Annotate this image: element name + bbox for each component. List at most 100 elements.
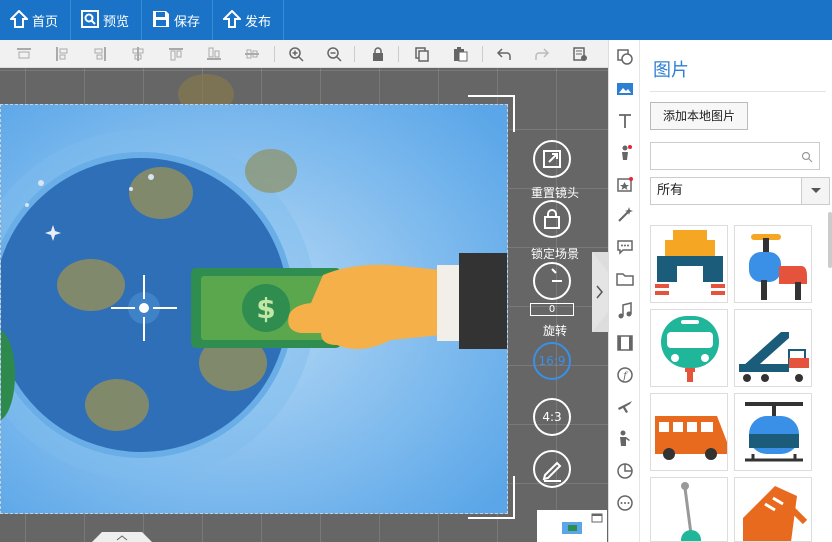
preview-thumb-icon bbox=[562, 513, 603, 534]
asset-category-strip: f bbox=[608, 40, 640, 542]
add-local-image-button[interactable]: 添加本地图片 bbox=[650, 102, 748, 130]
zoom-in-icon[interactable] bbox=[288, 46, 304, 62]
person-pointing-icon[interactable] bbox=[616, 430, 634, 448]
image-thumb-train-front[interactable] bbox=[650, 225, 728, 303]
pencil-icon bbox=[542, 461, 562, 482]
dial-icon bbox=[551, 268, 562, 282]
text-icon[interactable] bbox=[616, 112, 634, 130]
scooter-icon bbox=[749, 234, 807, 300]
category-select-value: 所有 bbox=[657, 183, 684, 198]
redo-icon[interactable] bbox=[534, 46, 550, 62]
align-bottom-icon[interactable] bbox=[206, 46, 222, 62]
toolbar-divider bbox=[274, 46, 275, 62]
toolbar-divider bbox=[398, 46, 399, 62]
paste-icon[interactable] bbox=[452, 46, 468, 62]
image-thumb-train[interactable] bbox=[650, 309, 728, 387]
publish-label: 发布 bbox=[245, 14, 272, 30]
settings-doc-icon[interactable] bbox=[572, 46, 588, 62]
distribute-icon[interactable] bbox=[244, 46, 260, 62]
edit-toolbar bbox=[0, 40, 608, 68]
toolbar-divider bbox=[354, 46, 355, 62]
chevron-right-icon bbox=[592, 252, 608, 332]
scene-frame[interactable]: $ bbox=[0, 104, 508, 514]
align-vertical-top-icon[interactable] bbox=[168, 46, 184, 62]
align-top-icon[interactable] bbox=[16, 46, 32, 62]
align-right-icon[interactable] bbox=[92, 46, 108, 62]
frame-corner-bottom-right bbox=[468, 476, 515, 519]
airplane-icon[interactable] bbox=[616, 398, 634, 416]
function-icon[interactable]: f bbox=[616, 366, 634, 384]
lollipop-icon bbox=[681, 482, 701, 541]
image-thumb-bus[interactable] bbox=[650, 393, 728, 471]
zoom-out-icon[interactable] bbox=[326, 46, 342, 62]
image-thumb-truck[interactable] bbox=[734, 477, 812, 542]
scene-illustration: $ bbox=[1, 105, 507, 513]
rotate-value-input[interactable]: 0 bbox=[530, 303, 574, 316]
helicopter-icon bbox=[745, 402, 803, 462]
padlock-icon bbox=[544, 209, 560, 229]
image-search-input[interactable] bbox=[650, 142, 820, 170]
more-icon[interactable] bbox=[616, 494, 634, 512]
panel-collapse-toggle[interactable] bbox=[592, 252, 608, 332]
airport-stairs-icon bbox=[739, 332, 809, 382]
rotate-dial[interactable] bbox=[533, 262, 571, 300]
panel-divider bbox=[650, 91, 826, 92]
image-thumb-helicopter[interactable] bbox=[734, 393, 812, 471]
train-icon bbox=[661, 316, 719, 382]
panel-scrollbar[interactable] bbox=[828, 212, 832, 268]
toolbar-divider bbox=[482, 46, 483, 62]
rotate-label: 旋转 bbox=[542, 324, 567, 338]
home-icon bbox=[10, 10, 28, 28]
undo-icon[interactable] bbox=[496, 46, 512, 62]
image-thumb-airport-stairs[interactable] bbox=[734, 309, 812, 387]
align-center-icon[interactable] bbox=[130, 46, 146, 62]
editor-canvas[interactable]: $ 重置镜头 锁定场景 0 旋转 16:9 4:3 bbox=[0, 68, 608, 542]
image-icon[interactable] bbox=[616, 80, 634, 98]
preview-button[interactable]: 预览 bbox=[71, 0, 143, 40]
thumbnail-preview[interactable] bbox=[537, 510, 607, 542]
camera-tools: 重置镜头 锁定场景 0 旋转 16:9 4:3 bbox=[527, 96, 587, 542]
copy-icon[interactable] bbox=[414, 46, 430, 62]
reset-camera-label: 重置镜头 bbox=[530, 186, 579, 200]
save-icon bbox=[153, 11, 170, 27]
preview-icon bbox=[81, 10, 100, 28]
bottom-collapse-tab[interactable] bbox=[92, 530, 152, 542]
dropdown-arrow[interactable] bbox=[801, 178, 829, 204]
category-select[interactable]: 所有 bbox=[650, 177, 830, 205]
search-icon bbox=[801, 151, 813, 163]
home-button[interactable]: 首页 bbox=[0, 0, 72, 40]
edit-path-button[interactable] bbox=[533, 450, 571, 488]
shapes-icon[interactable] bbox=[616, 48, 634, 66]
ratio-16-9-button[interactable]: 16:9 bbox=[533, 342, 571, 380]
lock-icon[interactable] bbox=[370, 46, 386, 62]
lock-scene-button[interactable] bbox=[533, 200, 571, 238]
character-icon[interactable] bbox=[616, 144, 634, 162]
music-icon[interactable] bbox=[616, 302, 634, 320]
ratio-4-3-button[interactable]: 4:3 bbox=[533, 398, 571, 436]
frame-corner-top-right bbox=[468, 95, 515, 132]
save-button[interactable]: 保存 bbox=[142, 0, 214, 40]
home-label: 首页 bbox=[32, 14, 59, 30]
reset-camera-button[interactable] bbox=[533, 140, 571, 178]
align-left-icon[interactable] bbox=[54, 46, 70, 62]
image-thumb-scooter[interactable] bbox=[734, 225, 812, 303]
resize-icon bbox=[543, 150, 561, 168]
sticker-icon[interactable] bbox=[616, 176, 634, 194]
publish-button[interactable]: 发布 bbox=[213, 0, 285, 40]
chevron-down-icon bbox=[811, 188, 821, 193]
svg-text:f: f bbox=[622, 371, 629, 382]
folder-icon[interactable] bbox=[616, 270, 634, 288]
train-station-icon bbox=[655, 230, 725, 295]
preview-label: 预览 bbox=[103, 14, 130, 30]
image-thumb-lollipop[interactable] bbox=[650, 477, 728, 542]
magic-wand-icon[interactable] bbox=[616, 206, 634, 224]
save-label: 保存 bbox=[174, 14, 201, 30]
publish-icon bbox=[223, 10, 242, 28]
speech-bubble-icon[interactable] bbox=[616, 238, 634, 256]
truck-icon bbox=[743, 486, 808, 541]
images-panel: 图片 添加本地图片 所有 bbox=[640, 40, 832, 542]
pie-chart-icon[interactable] bbox=[616, 462, 634, 480]
panel-title: 图片 bbox=[653, 60, 689, 81]
video-icon[interactable] bbox=[616, 334, 634, 352]
lock-scene-label: 锁定场景 bbox=[530, 247, 579, 261]
